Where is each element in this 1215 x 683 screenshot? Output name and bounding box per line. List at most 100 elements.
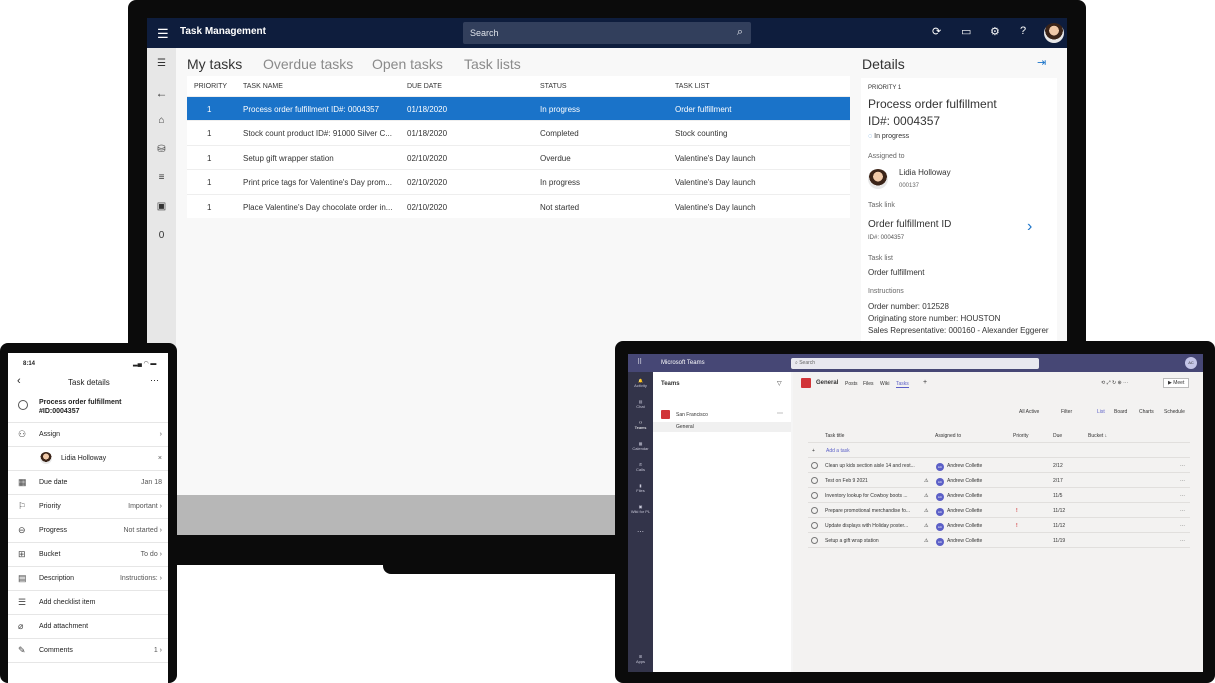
col-priority[interactable]: PRIORITY [194, 83, 227, 90]
wiki-icon[interactable]: ▣ Wiki for PL [628, 504, 653, 514]
description-row[interactable]: ▤ Description Instructions: › [8, 567, 168, 591]
table-row[interactable]: 1 Print price tags for Valentine's Day p… [187, 169, 850, 193]
tab-tasks[interactable]: Tasks [896, 381, 909, 388]
priority-row[interactable]: ⚐ Priority Important › [8, 495, 168, 519]
tab-open-tasks[interactable]: Open tasks [372, 56, 443, 72]
col-priority[interactable]: Priority [1013, 433, 1029, 439]
assign-row[interactable]: ⚇ Assign › [8, 423, 168, 447]
view-board[interactable]: Board [1114, 409, 1127, 415]
complete-checkbox[interactable] [18, 400, 28, 410]
all-active-filter[interactable]: All Active [1019, 409, 1039, 415]
tab-overdue-tasks[interactable]: Overdue tasks [263, 56, 353, 72]
tab-files[interactable]: Files [863, 381, 874, 387]
table-row[interactable]: 1 Setup gift wrapper station 02/10/2020 … [187, 145, 850, 169]
col-task-name[interactable]: TASK NAME [243, 83, 283, 90]
complete-checkbox[interactable] [811, 507, 818, 514]
row-more-icon[interactable]: ⋯ [1180, 538, 1185, 544]
complete-checkbox[interactable] [811, 537, 818, 544]
gear-icon[interactable]: ⚙ [990, 25, 1000, 38]
row-more-icon[interactable]: ⋯ [1180, 493, 1185, 499]
checklist-row[interactable]: ☰ Add checklist item [8, 591, 168, 615]
view-schedule[interactable]: Schedule [1164, 409, 1185, 415]
team-name[interactable]: San Francisco [676, 412, 708, 418]
tab-wiki[interactable]: Wiki [880, 381, 889, 387]
attachment-row[interactable]: ⌀ Add attachment [8, 615, 168, 639]
task-row[interactable]: Clean up kids section aisle 14 and rest.… [808, 458, 1190, 473]
col-status[interactable]: STATUS [540, 83, 567, 90]
user-avatar[interactable]: AC [1185, 357, 1197, 369]
comments-row[interactable]: ✎ Comments 1 › [8, 639, 168, 663]
table-row[interactable]: 1 Process order fulfillment ID#: 0004357… [187, 96, 850, 120]
search-box[interactable]: Search ⌕ [463, 22, 751, 44]
table-row[interactable]: 1 Stock count product ID#: 91000 Silver … [187, 120, 850, 144]
col-task-list[interactable]: TASK LIST [675, 83, 710, 90]
help-icon[interactable]: ? [1020, 25, 1026, 37]
back-arrow-icon[interactable]: ← [147, 86, 176, 100]
chevron-right-icon[interactable]: › [1027, 218, 1032, 236]
task-row[interactable]: Test on Feb 9 2021 ⚠ AC Andrew Collette 2/17… [808, 473, 1190, 488]
activity-icon[interactable]: 🔔 Activity [628, 378, 653, 388]
add-tab-icon[interactable]: + [923, 379, 927, 386]
col-due-date[interactable]: DUE DATE [407, 83, 442, 90]
table-row[interactable]: 1 Place Valentine's Day chocolate order … [187, 194, 850, 218]
back-icon[interactable]: ‹ [17, 375, 21, 387]
row-more-icon[interactable]: ⋯ [1180, 463, 1185, 469]
bucket-row[interactable]: ⊞ Bucket To do › [8, 543, 168, 567]
search-icon[interactable]: ⌕ [737, 26, 743, 39]
col-assigned[interactable]: Assigned to [935, 433, 961, 439]
complete-checkbox[interactable] [811, 522, 818, 529]
col-task-title[interactable]: Task title [825, 433, 844, 439]
task-row[interactable]: Inventory lookup for Cowboy boots ... ⚠ AC… [808, 488, 1190, 503]
teams-icon[interactable]: ⚇ Teams [628, 420, 653, 430]
more-icon[interactable]: ⋯ [628, 528, 653, 536]
more-icon[interactable]: ⋯ [150, 375, 159, 386]
tab-task-lists[interactable]: Task lists [464, 56, 521, 72]
complete-checkbox[interactable] [811, 492, 818, 499]
assignee-name[interactable]: Lidia Holloway [899, 168, 951, 177]
tab-posts[interactable]: Posts [845, 381, 858, 387]
filter-button[interactable]: Filter [1061, 409, 1072, 415]
row-more-icon[interactable]: ⋯ [1180, 508, 1185, 514]
complete-checkbox[interactable] [811, 477, 818, 484]
col-due[interactable]: Due [1053, 433, 1062, 439]
filter-icon[interactable]: ▽ [777, 380, 782, 387]
progress-row[interactable]: ⊖ Progress Not started › [8, 519, 168, 543]
task-row[interactable]: Setup a gift wrap station ⚠ AC Andrew Colle… [808, 533, 1190, 548]
task-row[interactable]: Update displays with Holiday poster... ⚠ A… [808, 518, 1190, 533]
clipboard-icon[interactable]: ▣ [147, 201, 176, 212]
view-charts[interactable]: Charts [1139, 409, 1154, 415]
app-grid-icon[interactable]: ⠿ [637, 358, 642, 366]
user-avatar[interactable] [1044, 23, 1064, 43]
calls-icon[interactable]: ✆ Calls [628, 462, 653, 472]
task-row[interactable]: Prepare promotional merchandise fo... ⚠ AC… [808, 503, 1190, 518]
hamburger-icon[interactable]: ☰ [157, 26, 169, 42]
workspace-icon[interactable]: ⛁ [147, 144, 176, 155]
toolbar-icons[interactable]: ⟲ ⤢ ↻ ⊕ ⋯ [1101, 380, 1128, 386]
add-task-row[interactable]: + Add a task [808, 443, 1190, 458]
feedback-icon[interactable]: ▭ [961, 25, 971, 38]
list-icon[interactable]: ≡ [147, 172, 176, 183]
files-icon[interactable]: ▮ Files [628, 483, 653, 493]
rail-label: Teams [634, 425, 647, 430]
count-badge[interactable]: 0 [147, 230, 176, 241]
refresh-icon[interactable]: ⟳ [932, 25, 941, 38]
calendar-icon[interactable]: ▦ Calendar [628, 441, 653, 451]
complete-checkbox[interactable] [811, 462, 818, 469]
home-icon[interactable]: ⌂ [147, 115, 176, 126]
remove-icon[interactable]: × [158, 455, 162, 462]
row-more-icon[interactable]: ⋯ [1180, 523, 1185, 529]
view-list[interactable]: List [1097, 409, 1105, 415]
chat-icon[interactable]: ▤ Chat [628, 399, 653, 409]
col-bucket[interactable]: Bucket ↓ [1088, 433, 1107, 439]
teams-search[interactable]: ⌕ Search [791, 358, 1039, 369]
due-date-row[interactable]: ▦ Due date Jan 18 [8, 471, 168, 495]
tab-my-tasks[interactable]: My tasks [187, 56, 242, 72]
collapse-pane-icon[interactable]: ⇥ [1037, 56, 1046, 69]
team-more-icon[interactable]: ⋯ [777, 410, 783, 417]
menu-icon[interactable]: ☰ [147, 58, 176, 69]
apps-icon[interactable]: ⊞ Apps [628, 654, 653, 664]
task-link-title[interactable]: Order fulfillment ID [868, 219, 951, 230]
channel-item[interactable]: General [653, 422, 791, 432]
row-more-icon[interactable]: ⋯ [1180, 478, 1185, 484]
meet-button[interactable]: ▶ Meet [1163, 378, 1190, 388]
